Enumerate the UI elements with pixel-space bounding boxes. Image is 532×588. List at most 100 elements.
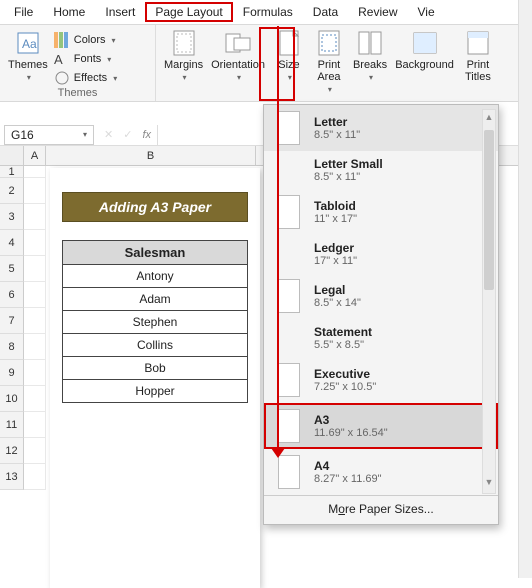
- breaks-icon: [354, 29, 386, 57]
- print-area-button[interactable]: Print Area▾: [309, 27, 349, 94]
- col-header-b[interactable]: B: [46, 146, 256, 165]
- size-name: Tabloid: [314, 199, 357, 213]
- cancel-formula-icon[interactable]: ✕: [104, 128, 113, 141]
- size-name: Letter: [314, 115, 360, 129]
- table-cell: Bob: [63, 357, 248, 380]
- breaks-button[interactable]: Breaks▾: [349, 27, 391, 94]
- row-header[interactable]: 5: [0, 256, 24, 282]
- size-option-legal[interactable]: Legal8.5" x 14": [264, 273, 498, 319]
- print-titles-icon: [462, 29, 494, 57]
- row-header[interactable]: 9: [0, 360, 24, 386]
- paper-icon: [278, 409, 300, 443]
- tab-insert[interactable]: Insert: [95, 2, 145, 22]
- tab-review[interactable]: Review: [348, 2, 407, 22]
- themes-icon: Aa: [12, 29, 44, 57]
- size-name: A3: [314, 413, 388, 427]
- size-dimensions: 8.5" x 11": [314, 171, 383, 183]
- size-name: Statement: [314, 325, 372, 339]
- chevron-down-icon: ▾: [83, 130, 87, 139]
- svg-text:A: A: [54, 52, 63, 67]
- tab-data[interactable]: Data: [303, 2, 348, 22]
- size-option-letter-small[interactable]: Letter Small8.5" x 11": [264, 151, 498, 189]
- size-dimensions: 8.5" x 11": [314, 129, 360, 141]
- ribbon: Aa Themes ▾ Colors▾ A Fonts▾ Effects▾: [0, 24, 532, 102]
- size-option-tabloid[interactable]: Tabloid11" x 17": [264, 189, 498, 235]
- row-header[interactable]: 3: [0, 204, 24, 230]
- tab-formulas[interactable]: Formulas: [233, 2, 303, 22]
- row-header[interactable]: 8: [0, 334, 24, 360]
- tab-file[interactable]: File: [4, 2, 43, 22]
- size-name: Executive: [314, 367, 376, 381]
- group-title-themes: Themes: [4, 87, 151, 101]
- size-option-ledger[interactable]: Ledger17" x 11": [264, 235, 498, 273]
- sheet-title: Adding A3 Paper: [62, 192, 248, 222]
- paper-icon: [278, 195, 300, 229]
- colors-icon: [54, 32, 70, 48]
- row-header[interactable]: 7: [0, 308, 24, 334]
- background-button[interactable]: Background: [391, 27, 458, 94]
- effects-icon: [54, 70, 70, 86]
- paper-icon: [278, 363, 300, 397]
- size-option-letter[interactable]: Letter8.5" x 11": [264, 105, 498, 151]
- confirm-formula-icon[interactable]: ✓: [123, 128, 132, 141]
- size-dimensions: 5.5" x 8.5": [314, 339, 372, 351]
- more-paper-sizes[interactable]: More Paper Sizes...: [264, 495, 498, 522]
- paper-icon: [278, 279, 300, 313]
- size-option-a3[interactable]: A311.69" x 16.54": [264, 403, 498, 449]
- size-dimensions: 17" x 11": [314, 255, 357, 267]
- scroll-thumb[interactable]: [484, 130, 494, 290]
- print-titles-button[interactable]: Print Titles: [458, 27, 498, 94]
- row-header[interactable]: 4: [0, 230, 24, 256]
- name-box[interactable]: G16 ▾: [4, 125, 94, 145]
- svg-text:Aa: Aa: [22, 37, 37, 51]
- row-header[interactable]: 2: [0, 178, 24, 204]
- themes-button[interactable]: Aa Themes ▾: [4, 27, 52, 87]
- scroll-down-icon[interactable]: ▼: [483, 477, 495, 491]
- fonts-button[interactable]: A Fonts▾: [52, 50, 119, 68]
- fonts-icon: A: [54, 51, 70, 67]
- vertical-scrollbar[interactable]: [518, 0, 532, 578]
- menu-tabs: File Home Insert Page Layout Formulas Da…: [0, 0, 532, 24]
- row-header[interactable]: 10: [0, 386, 24, 412]
- row-header[interactable]: 13: [0, 464, 24, 490]
- size-dimensions: 11.69" x 16.54": [314, 427, 388, 439]
- size-option-executive[interactable]: Executive7.25" x 10.5": [264, 357, 498, 403]
- size-dropdown: Letter8.5" x 11"Letter Small8.5" x 11"Ta…: [263, 104, 499, 525]
- size-button[interactable]: Size▾: [269, 27, 309, 94]
- dropdown-scrollbar[interactable]: ▲ ▼: [482, 109, 496, 494]
- row-header[interactable]: 12: [0, 438, 24, 464]
- col-header-a[interactable]: A: [24, 146, 46, 165]
- chevron-down-icon: ▾: [27, 73, 31, 82]
- print-area-icon: [313, 29, 345, 57]
- paper-icon: [278, 455, 300, 489]
- background-icon: [409, 29, 441, 57]
- tab-view[interactable]: Vie: [408, 2, 445, 22]
- row-header[interactable]: 11: [0, 412, 24, 438]
- fx-button[interactable]: fx: [142, 129, 151, 141]
- margins-button[interactable]: Margins▾: [160, 27, 207, 94]
- size-option-statement[interactable]: Statement5.5" x 8.5": [264, 319, 498, 357]
- size-dimensions: 8.27" x 11.69": [314, 473, 382, 485]
- size-name: Legal: [314, 283, 361, 297]
- table-cell: Hopper: [63, 380, 248, 403]
- scroll-up-icon[interactable]: ▲: [483, 112, 495, 126]
- table-cell: Stephen: [63, 311, 248, 334]
- table-cell: Collins: [63, 334, 248, 357]
- colors-button[interactable]: Colors▾: [52, 31, 119, 49]
- size-icon: [273, 29, 305, 57]
- tab-page-layout[interactable]: Page Layout: [145, 2, 232, 22]
- table-header: Salesman: [63, 241, 248, 265]
- select-all-corner[interactable]: [0, 146, 24, 165]
- row-header[interactable]: 1: [0, 166, 24, 178]
- size-name: A4: [314, 459, 382, 473]
- row-header[interactable]: 6: [0, 282, 24, 308]
- tab-home[interactable]: Home: [43, 2, 95, 22]
- paper-icon: [278, 111, 300, 145]
- orientation-button[interactable]: Orientation▾: [207, 27, 269, 94]
- size-name: Ledger: [314, 241, 357, 255]
- size-option-a4[interactable]: A48.27" x 11.69": [264, 449, 498, 495]
- effects-button[interactable]: Effects▾: [52, 69, 119, 87]
- size-name: Letter Small: [314, 157, 383, 171]
- data-table: Salesman AntonyAdamStephenCollinsBobHopp…: [62, 240, 248, 403]
- size-dimensions: 8.5" x 14": [314, 297, 361, 309]
